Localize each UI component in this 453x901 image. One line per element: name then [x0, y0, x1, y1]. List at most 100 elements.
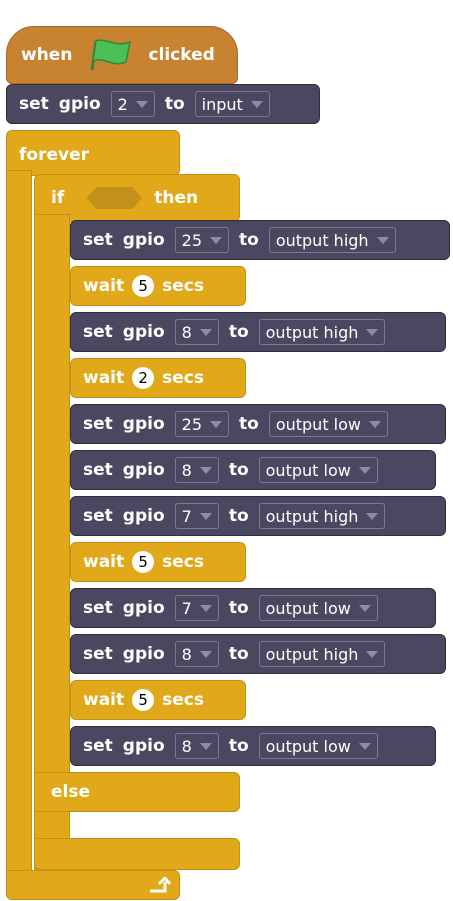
set-gpio-setup-block[interactable]: set gpio 2 to input: [6, 84, 320, 124]
gpio-mode-dropdown[interactable]: output low: [268, 411, 388, 437]
secs-label: secs: [162, 552, 204, 572]
gpio-pin-dropdown[interactable]: 8: [174, 457, 219, 483]
set-gpio-block[interactable]: set gpio 8 to output high: [70, 634, 446, 674]
to-label: to: [228, 506, 249, 526]
gpio-mode-dropdown[interactable]: output low: [258, 733, 378, 759]
to-label: to: [239, 414, 259, 434]
chevron-down-icon: [366, 512, 379, 520]
gpio-pin-dropdown[interactable]: 7: [174, 503, 219, 529]
wait-block[interactable]: wait 2 secs: [70, 358, 246, 398]
chevron-down-icon: [358, 466, 371, 474]
gpio-label: gpio: [58, 94, 101, 114]
set-gpio-block[interactable]: set gpio 7 to output high: [70, 496, 446, 536]
wait-block[interactable]: wait 5 secs: [70, 266, 246, 306]
wait-label: wait: [83, 368, 125, 388]
secs-input[interactable]: 5: [132, 551, 155, 573]
chevron-down-icon: [199, 604, 212, 612]
gpio-mode-dropdown[interactable]: input: [194, 91, 270, 117]
gpio-mode-dropdown[interactable]: output low: [258, 457, 378, 483]
chevron-down-icon: [199, 650, 212, 658]
gpio-mode-dropdown[interactable]: output high: [258, 503, 386, 529]
chevron-down-icon: [199, 742, 212, 750]
forever-bottom: [6, 870, 180, 900]
secs-input[interactable]: 5: [132, 275, 155, 297]
set-gpio-block[interactable]: set gpio 25 to output high: [70, 220, 450, 260]
secs-label: secs: [162, 368, 204, 388]
forever-label: forever: [19, 145, 89, 165]
set-label: set: [83, 736, 113, 756]
gpio-label: gpio: [122, 460, 165, 480]
secs-label: secs: [162, 276, 204, 296]
wait-label: wait: [83, 690, 125, 710]
set-gpio-block[interactable]: set gpio 8 to output low: [70, 450, 436, 490]
gpio-label: gpio: [122, 506, 165, 526]
set-gpio-block[interactable]: set gpio 25 to output low: [70, 404, 446, 444]
gpio-label: gpio: [122, 322, 165, 342]
gpio-mode-dropdown[interactable]: output low: [258, 595, 378, 621]
chevron-down-icon: [199, 328, 212, 336]
set-label: set: [83, 460, 113, 480]
chevron-down-icon: [358, 742, 371, 750]
set-label: set: [83, 506, 113, 526]
gpio-pin-dropdown[interactable]: 8: [174, 641, 219, 667]
chevron-down-icon: [250, 100, 263, 108]
when-label: when: [21, 45, 73, 65]
gpio-label: gpio: [122, 414, 165, 434]
chevron-down-icon: [199, 512, 212, 520]
set-label: set: [83, 322, 113, 342]
wait-block[interactable]: wait 5 secs: [70, 680, 246, 720]
if-bottom: [34, 838, 240, 870]
wait-label: wait: [83, 276, 125, 296]
gpio-label: gpio: [122, 644, 165, 664]
green-flag-icon: [90, 39, 132, 71]
gpio-label: gpio: [122, 230, 165, 250]
secs-input[interactable]: 2: [132, 367, 155, 389]
gpio-pin-dropdown[interactable]: 25: [174, 411, 229, 437]
gpio-label: gpio: [122, 598, 165, 618]
if-label: if: [51, 188, 65, 208]
set-gpio-block[interactable]: set gpio 7 to output low: [70, 588, 436, 628]
gpio-pin-dropdown[interactable]: 8: [174, 319, 219, 345]
else-label: else: [51, 782, 91, 802]
chevron-down-icon: [135, 100, 148, 108]
gpio-mode-dropdown[interactable]: output high: [258, 319, 386, 345]
chevron-down-icon: [366, 650, 379, 658]
to-label: to: [228, 322, 249, 342]
then-label: then: [154, 188, 199, 208]
condition-slot[interactable]: [86, 187, 143, 209]
set-gpio-block[interactable]: set gpio 8 to output high: [70, 312, 446, 352]
gpio-pin-dropdown[interactable]: 2: [110, 91, 155, 117]
set-label: set: [83, 598, 113, 618]
secs-label: secs: [162, 690, 204, 710]
wait-block[interactable]: wait 5 secs: [70, 542, 246, 582]
chevron-down-icon: [358, 604, 371, 612]
wait-label: wait: [83, 552, 125, 572]
gpio-pin-dropdown[interactable]: 8: [174, 733, 219, 759]
loop-arrow-icon: [150, 877, 171, 893]
set-label: set: [83, 414, 113, 434]
chevron-down-icon: [210, 420, 222, 428]
gpio-mode-dropdown[interactable]: output high: [258, 641, 386, 667]
set-label: set: [83, 644, 113, 664]
chevron-down-icon: [210, 236, 222, 244]
chevron-down-icon: [199, 466, 212, 474]
gpio-label: gpio: [122, 736, 165, 756]
else-section: else: [34, 772, 240, 812]
chevron-down-icon: [366, 328, 379, 336]
to-label: to: [228, 736, 249, 756]
set-gpio-block[interactable]: set gpio 8 to output low: [70, 726, 436, 766]
set-label: set: [83, 230, 113, 250]
set-label: set: [19, 94, 49, 114]
gpio-pin-dropdown[interactable]: 25: [174, 227, 229, 253]
to-label: to: [228, 644, 249, 664]
to-label: to: [239, 230, 259, 250]
forever-block[interactable]: forever: [6, 130, 180, 176]
to-label: to: [164, 94, 185, 114]
secs-input[interactable]: 5: [132, 689, 155, 711]
chevron-down-icon: [376, 236, 389, 244]
when-flag-clicked-block[interactable]: when clicked: [6, 26, 238, 84]
chevron-down-icon: [369, 420, 381, 428]
forever-arm: [6, 170, 32, 880]
gpio-pin-dropdown[interactable]: 7: [174, 595, 219, 621]
gpio-mode-dropdown[interactable]: output high: [268, 227, 396, 253]
